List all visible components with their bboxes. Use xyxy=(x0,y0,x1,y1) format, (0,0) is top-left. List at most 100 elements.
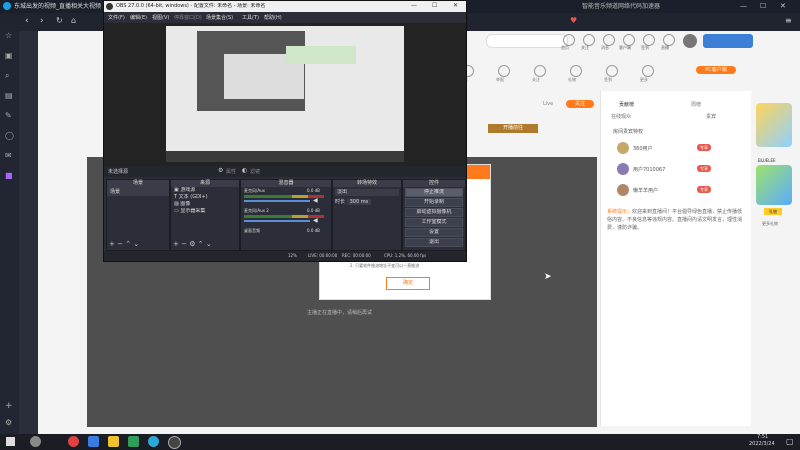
obs-preview[interactable] xyxy=(104,23,466,166)
follow-icon[interactable] xyxy=(534,65,546,77)
tab-online[interactable]: 在线观众 xyxy=(611,113,631,120)
exit-button[interactable]: 退出 xyxy=(405,238,463,247)
properties-icon[interactable]: ⚙ xyxy=(218,167,223,174)
nav-client-label[interactable]: 客户端 xyxy=(619,45,631,51)
add-scene-icon[interactable]: + xyxy=(109,240,115,248)
close-icon[interactable]: ✕ xyxy=(780,2,786,10)
obs-maximize-icon[interactable]: ☐ xyxy=(432,2,437,9)
filters-button[interactable]: 滤镜 xyxy=(250,168,260,175)
nav-signin-label[interactable]: 签到 xyxy=(641,45,649,51)
remove-source-icon[interactable]: − xyxy=(181,240,187,248)
follow-button[interactable]: 关注 xyxy=(566,100,594,108)
move-up-icon[interactable]: ⌃ xyxy=(198,240,204,248)
more-label[interactable]: 更多 xyxy=(640,77,648,83)
search-icon[interactable]: ⌕ xyxy=(5,71,9,81)
promo-more-label[interactable]: 更多礼物 xyxy=(762,221,778,227)
promo-image-1[interactable] xyxy=(756,103,792,147)
signin-icon[interactable] xyxy=(606,65,618,77)
source-item[interactable]: ▭ 显示器采集 xyxy=(171,208,239,215)
report-icon[interactable] xyxy=(498,65,510,77)
app-red-icon[interactable] xyxy=(68,436,79,447)
source-item[interactable]: ▣ 游戏源 xyxy=(171,187,239,194)
move-up-icon[interactable]: ⌃ xyxy=(125,240,131,248)
source-item[interactable]: ▨ 图像 xyxy=(171,201,239,208)
cart-icon[interactable]: ▣ xyxy=(5,51,13,60)
volume-slider[interactable] xyxy=(244,220,310,222)
report-label[interactable]: 举报 xyxy=(496,77,504,83)
maximize-icon[interactable]: ☐ xyxy=(760,2,766,10)
menu-docks[interactable]: 停靠窗口(D) xyxy=(174,14,202,21)
obs-close-icon[interactable]: ✕ xyxy=(453,2,458,9)
back-icon[interactable]: ‹ xyxy=(25,16,29,26)
settings-button[interactable]: 设置 xyxy=(405,228,463,237)
edge-icon[interactable] xyxy=(148,436,159,447)
browser-taskbar-icon[interactable] xyxy=(30,436,41,447)
browser-tab[interactable]: 东城出发的视频_直播相关大视频 xyxy=(14,2,102,11)
shop-icon[interactable]: ■ xyxy=(5,171,13,180)
obs-minimize-icon[interactable]: — xyxy=(411,2,417,9)
nav-follow-label[interactable]: 关注 xyxy=(581,45,589,51)
tab-fans[interactable]: 贵宾 xyxy=(706,113,716,120)
speaker-icon[interactable]: ◀ xyxy=(313,197,318,204)
nav-message-label[interactable]: 消息 xyxy=(601,45,609,51)
list-item[interactable]: 用户7010067 专享 xyxy=(607,162,747,178)
menu-tools[interactable]: 工具(T) xyxy=(242,14,259,21)
list-item[interactable]: 360用户 专享 xyxy=(607,141,747,157)
dialog-ok-button[interactable]: 确定 xyxy=(386,277,430,290)
filters-icon[interactable]: ◐ xyxy=(242,167,247,174)
menu-help[interactable]: 帮助(H) xyxy=(264,14,282,21)
signin-label[interactable]: 签到 xyxy=(604,77,612,83)
start-recording-button[interactable]: 开始录制 xyxy=(405,198,463,207)
move-down-icon[interactable]: ⌄ xyxy=(133,240,139,248)
settings-icon[interactable]: ⚙ xyxy=(5,418,12,427)
nav-live-label[interactable]: 直播 xyxy=(661,45,669,51)
minimize-icon[interactable]: — xyxy=(740,2,747,10)
add-source-icon[interactable]: + xyxy=(173,240,179,248)
clock-date[interactable]: 2022/3/24 xyxy=(749,441,775,447)
notification-icon[interactable]: ▢ xyxy=(786,437,794,446)
heart-icon[interactable]: ♥ xyxy=(570,16,577,25)
duration-input[interactable]: 300 ms xyxy=(346,199,372,205)
menu-edit[interactable]: 编辑(E) xyxy=(130,14,147,21)
scene-item[interactable]: 场景 xyxy=(107,187,169,196)
forward-icon[interactable]: › xyxy=(40,16,44,26)
menu-icon[interactable]: ≡ xyxy=(785,16,792,25)
follow-label[interactable]: 关注 xyxy=(532,77,540,83)
move-down-icon[interactable]: ⌄ xyxy=(206,240,212,248)
doc-icon[interactable]: ▤ xyxy=(5,91,13,100)
home-icon[interactable]: ⌂ xyxy=(71,16,76,25)
chat-icon[interactable]: ◯ xyxy=(5,131,14,140)
remove-scene-icon[interactable]: − xyxy=(117,240,123,248)
gift-label[interactable]: 礼物 xyxy=(568,77,576,83)
list-item[interactable]: 懒羊羊用户 专享 xyxy=(607,183,747,199)
mail-icon[interactable]: ✉ xyxy=(5,151,12,160)
stream-banner[interactable]: 开播前往 xyxy=(488,124,538,133)
site-search-box[interactable] xyxy=(486,34,568,48)
source-settings-icon[interactable]: ⚙ xyxy=(189,240,195,248)
app-yellow-icon[interactable] xyxy=(108,436,119,447)
menu-file[interactable]: 文件(F) xyxy=(108,14,125,21)
obs-taskbar-icon[interactable] xyxy=(168,436,181,449)
speaker-icon[interactable]: ◀ xyxy=(313,217,318,224)
add-icon[interactable]: + xyxy=(5,401,13,411)
nav-home-label[interactable]: 首页 xyxy=(561,45,569,51)
menu-view[interactable]: 视图(V) xyxy=(152,14,169,21)
properties-button[interactable]: 属性 xyxy=(226,168,236,175)
tools-icon[interactable]: ✎ xyxy=(5,111,12,120)
studio-mode-button[interactable]: 工作室模式 xyxy=(405,218,463,227)
virtual-camera-button[interactable]: 启动虚拟摄像机 xyxy=(405,208,463,217)
user-avatar[interactable] xyxy=(683,34,697,48)
pc-client-badge[interactable]: PC客户端 xyxy=(696,66,736,74)
app-green-icon[interactable] xyxy=(128,436,139,447)
menu-scene-collection[interactable]: 场景集合(S) xyxy=(206,14,233,21)
clock-time[interactable]: 7:51 xyxy=(757,434,768,440)
gift-icon[interactable] xyxy=(570,65,582,77)
source-item[interactable]: T 文本 (GDI+) xyxy=(171,194,239,201)
star-icon[interactable]: ☆ xyxy=(5,31,12,40)
promo-image-2[interactable] xyxy=(756,165,792,205)
promo-gift-button[interactable]: 礼物 xyxy=(764,208,782,215)
app-blue-icon[interactable] xyxy=(88,436,99,447)
more-icon[interactable] xyxy=(642,65,654,77)
transition-select[interactable]: 淡出 xyxy=(335,189,399,196)
refresh-icon[interactable]: ↻ xyxy=(56,16,63,25)
